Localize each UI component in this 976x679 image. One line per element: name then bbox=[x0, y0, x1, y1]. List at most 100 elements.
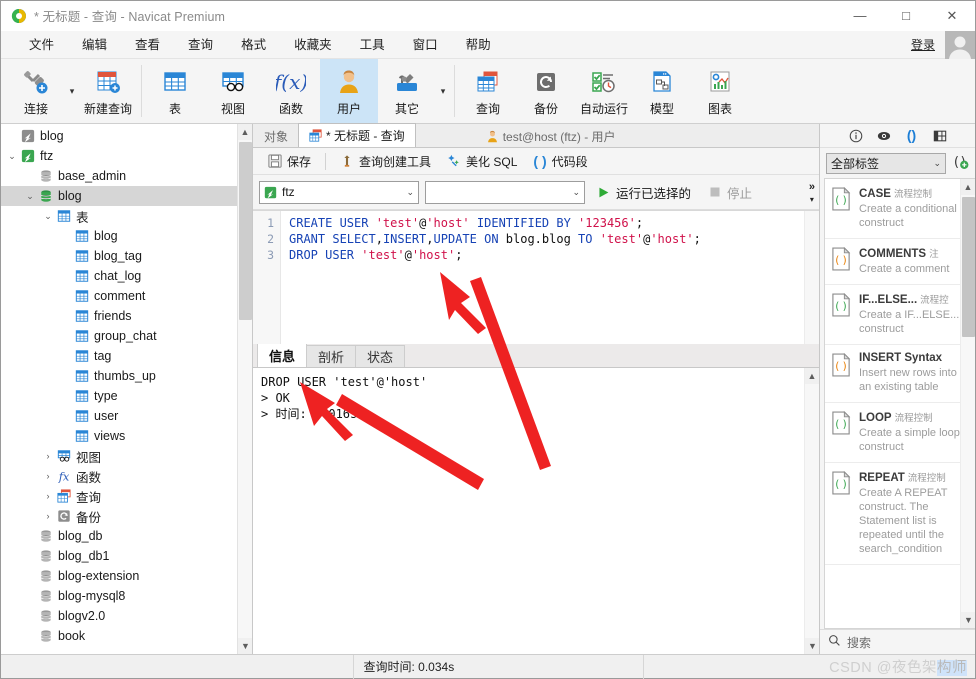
snippet-scroll-down-icon[interactable]: ▼ bbox=[961, 612, 975, 628]
ribbon-backup-button[interactable]: 备份 bbox=[517, 59, 575, 123]
chevron-right-icon[interactable]: › bbox=[41, 491, 55, 501]
avatar[interactable] bbox=[945, 30, 975, 59]
tab-untitled-query[interactable]: * 无标题 - 查询 bbox=[298, 123, 416, 147]
menu-favorites[interactable]: 收藏夹 bbox=[280, 31, 346, 59]
tree-node[interactable]: ⌄ blog bbox=[1, 186, 252, 206]
menu-window[interactable]: 窗口 bbox=[399, 31, 452, 59]
tree-node[interactable]: ⌄ ftz bbox=[1, 146, 252, 166]
editor-vertical-scrollbar[interactable] bbox=[804, 211, 819, 344]
sql-code-area[interactable]: CREATE USER 'test'@'host' IDENTIFIED BY … bbox=[281, 211, 819, 344]
tree-node[interactable]: comment bbox=[1, 286, 252, 306]
snippet-item[interactable]: ( ) COMMENTS 注 Create a comment bbox=[825, 239, 975, 285]
tree-node[interactable]: thumbs_up bbox=[1, 366, 252, 386]
sql-line[interactable]: DROP USER 'test'@'host'; bbox=[289, 247, 819, 263]
close-button[interactable]: ✕ bbox=[929, 1, 975, 31]
tree-node[interactable]: › 查询 bbox=[1, 486, 252, 506]
results-vertical-scrollbar[interactable]: ▲ ▼ bbox=[804, 368, 819, 654]
snippet-vertical-scrollbar[interactable]: ▲ ▼ bbox=[960, 179, 975, 628]
tree-node[interactable]: friends bbox=[1, 306, 252, 326]
tree-node[interactable]: blog_db1 bbox=[1, 546, 252, 566]
snippet-search-input[interactable]: 搜索 bbox=[847, 634, 871, 651]
minimize-button[interactable]: — bbox=[837, 1, 883, 31]
menu-query[interactable]: 查询 bbox=[174, 31, 227, 59]
tree-node[interactable]: base_admin bbox=[1, 166, 252, 186]
tree-node[interactable]: tag bbox=[1, 346, 252, 366]
eye-icon[interactable] bbox=[876, 128, 891, 143]
tree-node[interactable]: blog bbox=[1, 226, 252, 246]
sql-editor[interactable]: 123 CREATE USER 'test'@'host' IDENTIFIED… bbox=[253, 210, 819, 344]
chevron-right-icon[interactable]: › bbox=[41, 511, 55, 521]
chevron-down-icon[interactable]: ⌄ bbox=[5, 151, 19, 162]
menu-tools[interactable]: 工具 bbox=[346, 31, 399, 59]
tree-node[interactable]: blog_tag bbox=[1, 246, 252, 266]
results-tab[interactable]: 状态 bbox=[355, 345, 406, 367]
ribbon-others-button[interactable]: 其它 bbox=[378, 59, 436, 123]
tree-scrollbar-thumb[interactable] bbox=[239, 142, 252, 320]
scroll-up-arrow-icon[interactable]: ▲ bbox=[238, 124, 252, 140]
ribbon-connection-button[interactable]: 连接 bbox=[7, 59, 65, 123]
beautify-sql-button[interactable]: 美化 SQL bbox=[440, 151, 524, 172]
tree-node[interactable]: type bbox=[1, 386, 252, 406]
snippet-list[interactable]: ( ) CASE 流程控制 Create a conditional constr… bbox=[824, 178, 975, 629]
tree-node[interactable]: group_chat bbox=[1, 326, 252, 346]
snippet-scroll-up-icon[interactable]: ▲ bbox=[961, 179, 975, 195]
tab-objects[interactable]: 对象 bbox=[253, 124, 300, 147]
tree-node[interactable]: blog-mysql8 bbox=[1, 586, 252, 606]
snippet-item[interactable]: ( ) CASE 流程控制 Create a conditional constr… bbox=[825, 179, 975, 239]
parentheses-icon[interactable]: () bbox=[904, 128, 919, 143]
connection-select[interactable]: ftz ⌄ bbox=[259, 180, 419, 204]
chevron-right-icon[interactable]: › bbox=[41, 451, 55, 461]
query-builder-button[interactable]: 查询创建工具 bbox=[333, 151, 438, 172]
login-link[interactable]: 登录 bbox=[911, 36, 935, 53]
ribbon-new-query-button[interactable]: 新建查询 bbox=[79, 59, 137, 123]
ribbon-query-button[interactable]: 查询 bbox=[459, 59, 517, 123]
menu-help[interactable]: 帮助 bbox=[452, 31, 505, 59]
ribbon-chart-button[interactable]: 图表 bbox=[691, 59, 749, 123]
database-select[interactable]: ⌄ bbox=[425, 180, 585, 204]
results-scroll-up-icon[interactable]: ▲ bbox=[805, 368, 819, 384]
snippet-search-row[interactable]: 搜索 bbox=[820, 629, 975, 654]
tree-node[interactable]: blog bbox=[1, 126, 252, 146]
tree-node[interactable]: blogv2.0 bbox=[1, 606, 252, 626]
ribbon-function-button[interactable]: f(x) 函数 bbox=[262, 59, 320, 123]
chevron-right-icon[interactable]: › bbox=[41, 471, 55, 481]
snippet-item[interactable]: ( ) INSERT Syntax Insert new rows into a… bbox=[825, 345, 975, 403]
chevron-down-icon[interactable]: ⌄ bbox=[41, 211, 55, 222]
tree-node[interactable]: book bbox=[1, 626, 252, 646]
snippet-item[interactable]: ( ) IF...ELSE... 流程控 Create a IF...ELSE..… bbox=[825, 285, 975, 345]
menu-format[interactable]: 格式 bbox=[227, 31, 280, 59]
run-selected-button[interactable]: 运行已选择的 bbox=[591, 181, 697, 204]
add-snippet-button[interactable]: ( ) bbox=[952, 153, 969, 173]
results-tab[interactable]: 信息 bbox=[257, 343, 308, 367]
tree-node[interactable]: › 备份 bbox=[1, 506, 252, 526]
tree-node[interactable]: views bbox=[1, 426, 252, 446]
code-snippet-button[interactable]: ( ) 代码段 bbox=[526, 151, 594, 172]
tree-node[interactable]: ⌄ 表 bbox=[1, 206, 252, 226]
menu-edit[interactable]: 编辑 bbox=[68, 31, 121, 59]
connection-chevron-down-icon[interactable]: ▾ bbox=[65, 59, 79, 123]
ribbon-view-button[interactable]: 视图 bbox=[204, 59, 262, 123]
ribbon-model-button[interactable]: 模型 bbox=[633, 59, 691, 123]
menu-view[interactable]: 查看 bbox=[121, 31, 174, 59]
tree-node[interactable]: user bbox=[1, 406, 252, 426]
menu-file[interactable]: 文件 bbox=[15, 31, 68, 59]
snippet-scrollbar-thumb[interactable] bbox=[962, 197, 975, 337]
ribbon-user-button[interactable]: 用户 bbox=[320, 59, 378, 123]
tree-vertical-scrollbar[interactable]: ▲ ▼ bbox=[237, 124, 252, 654]
tree-node[interactable]: › 视图 bbox=[1, 446, 252, 466]
results-scroll-down-icon[interactable]: ▼ bbox=[805, 638, 819, 654]
scroll-down-arrow-icon[interactable]: ▼ bbox=[238, 638, 252, 654]
tree-node[interactable]: › fx 函数 bbox=[1, 466, 252, 486]
sql-line[interactable]: GRANT SELECT,INSERT,UPDATE ON blog.blog … bbox=[289, 231, 819, 247]
toolbar-overflow-button[interactable]: » ▾ bbox=[809, 175, 815, 210]
maximize-button[interactable]: □ bbox=[883, 1, 929, 31]
tab-user-testhost[interactable]: test@host (ftz) - 用户 bbox=[474, 124, 627, 147]
snippet-item[interactable]: ( ) REPEAT 流程控制 Create A REPEAT construct… bbox=[825, 463, 975, 565]
info-icon[interactable] bbox=[848, 128, 863, 143]
results-tab[interactable]: 剖析 bbox=[306, 345, 357, 367]
others-chevron-down-icon[interactable]: ▾ bbox=[436, 59, 450, 123]
save-button[interactable]: 保存 bbox=[261, 151, 318, 172]
ribbon-automation-button[interactable]: 自动运行 bbox=[575, 59, 633, 123]
tree-node[interactable]: blog_db bbox=[1, 526, 252, 546]
snippet-item[interactable]: ( ) LOOP 流程控制 Create a simple loop constr… bbox=[825, 403, 975, 463]
